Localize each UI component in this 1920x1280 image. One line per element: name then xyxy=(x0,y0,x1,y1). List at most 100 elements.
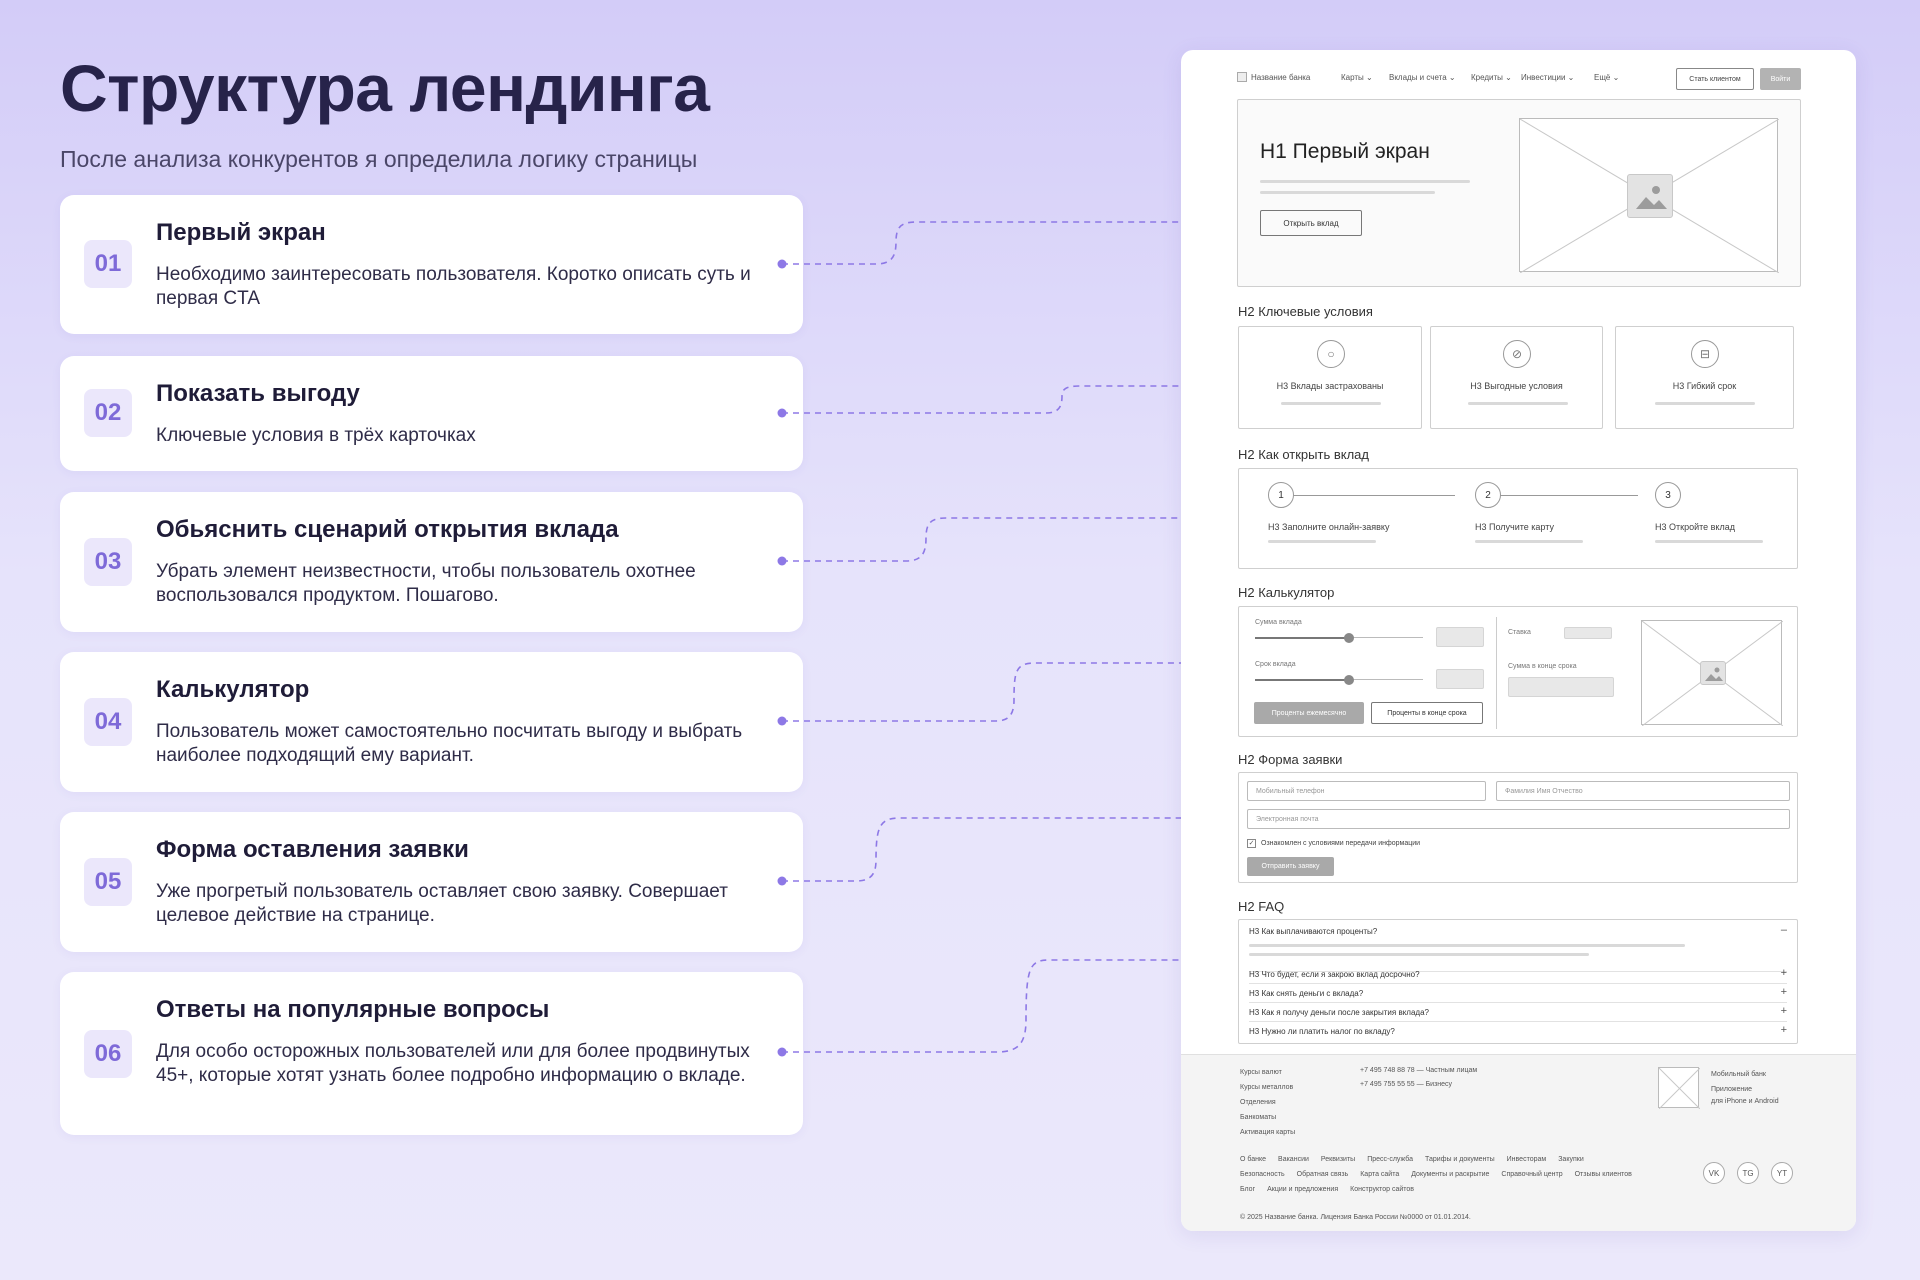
step-label: H3 Получите карту xyxy=(1475,522,1554,532)
wf-logo[interactable]: Название банка xyxy=(1237,72,1310,82)
footer-links-row-1: О банке Вакансии Реквизиты Пресс-служба … xyxy=(1240,1156,1584,1163)
step-number: 06 xyxy=(84,1030,132,1078)
sum-slider-knob[interactable] xyxy=(1344,633,1354,643)
term-label: Срок вклада xyxy=(1255,661,1296,668)
step-number: 01 xyxy=(84,240,132,288)
footer-link[interactable]: Конструктор сайтов xyxy=(1350,1186,1414,1193)
consent-checkbox[interactable]: ✓ xyxy=(1247,839,1256,848)
collapse-icon[interactable]: – xyxy=(1781,924,1787,936)
end-sum-label: Сумма в конце срока xyxy=(1508,663,1577,670)
step-title: Ответы на популярные вопросы xyxy=(156,996,550,1023)
footer-link[interactable]: Отзывы клиентов xyxy=(1575,1171,1632,1178)
footer-link[interactable]: Акции и предложения xyxy=(1267,1186,1338,1193)
footer-link[interactable]: Блог xyxy=(1240,1186,1255,1193)
expand-icon[interactable]: + xyxy=(1781,986,1787,998)
faq-question: H3 Как я получу деньги после закрытия вк… xyxy=(1249,1008,1429,1017)
step-description: Для особо осторожных пользователей или д… xyxy=(156,1041,750,1086)
youtube-icon[interactable]: YT xyxy=(1771,1162,1793,1184)
footer-link[interactable]: Справочный центр xyxy=(1501,1171,1562,1178)
consent-label: Ознакомлен с условиями передачи информац… xyxy=(1261,840,1421,847)
footer-link[interactable]: Обратная связь xyxy=(1297,1171,1349,1178)
hero-image-placeholder xyxy=(1519,118,1779,273)
footer-link[interactable]: Безопасность xyxy=(1240,1171,1285,1178)
calc-image-placeholder xyxy=(1641,620,1783,726)
email-input[interactable]: Электронная почта xyxy=(1247,809,1790,829)
submit-form-button[interactable]: Отправить заявку xyxy=(1247,857,1334,876)
monthly-interest-button[interactable]: Проценты ежемесячно xyxy=(1254,702,1364,724)
footer-phone[interactable]: +7 495 755 55 55 — Бизнесу xyxy=(1360,1081,1452,1088)
footer-link[interactable]: Документы и раскрытие xyxy=(1411,1171,1489,1178)
form-box: Мобильный телефон Фамилия Имя Отчество Э… xyxy=(1238,772,1798,883)
step-number: 05 xyxy=(84,858,132,906)
expand-icon[interactable]: + xyxy=(1781,967,1787,979)
footer-link[interactable]: Активация карты xyxy=(1240,1129,1295,1136)
expand-icon[interactable]: + xyxy=(1781,1024,1787,1036)
fio-input[interactable]: Фамилия Имя Отчество xyxy=(1496,781,1790,801)
condition-card-3: ⊟ H3 Гибкий срок xyxy=(1615,326,1794,429)
end-interest-button[interactable]: Проценты в конце срока xyxy=(1371,702,1483,724)
menu-credits[interactable]: Кредиты ⌄ xyxy=(1471,73,1512,82)
rate-value xyxy=(1564,627,1612,639)
circle-icon: ○ xyxy=(1317,340,1345,368)
menu-cards[interactable]: Карты ⌄ xyxy=(1341,73,1373,82)
page-subtitle: После анализа конкурентов я определила л… xyxy=(60,146,698,172)
step-description: Необходимо заинтересовать пользователя. … xyxy=(156,264,751,309)
footer-link[interactable]: Курсы металлов xyxy=(1240,1084,1293,1091)
phone-input[interactable]: Мобильный телефон xyxy=(1247,781,1486,801)
footer-link[interactable]: Банкоматы xyxy=(1240,1114,1276,1121)
step-card-1: 01 Первый экран Необходимо заинтересоват… xyxy=(60,195,803,334)
term-value-field[interactable] xyxy=(1436,669,1484,689)
faq-question: H3 Как выплачиваются проценты? xyxy=(1249,927,1378,936)
step-card-3: 03 Обьяснить сценарий открытия вклада Уб… xyxy=(60,492,803,632)
menu-more[interactable]: Ещё ⌄ xyxy=(1594,73,1619,82)
step-card-4: 04 Калькулятор Пользователь может самост… xyxy=(60,652,803,792)
connector-6 xyxy=(782,959,1218,1053)
footer-phone[interactable]: +7 495 748 88 78 — Частным лицам xyxy=(1360,1067,1477,1074)
become-client-button[interactable]: Стать клиентом xyxy=(1676,68,1754,90)
footer-link[interactable]: Тарифы и документы xyxy=(1425,1156,1495,1163)
wf-h2-faq: H2 FAQ xyxy=(1238,899,1285,914)
footer-link[interactable]: Курсы валют xyxy=(1240,1069,1282,1076)
faq-item[interactable]: H3 Нужно ли платить налог по вкладу? + xyxy=(1249,1022,1787,1041)
sum-label: Сумма вклада xyxy=(1255,619,1302,626)
footer-link[interactable]: Пресс-служба xyxy=(1367,1156,1413,1163)
footer-link[interactable]: Инвесторам xyxy=(1507,1156,1547,1163)
app-title: Мобильный банк xyxy=(1711,1071,1766,1078)
faq-item[interactable]: H3 Что будет, если я закрою вклад досроч… xyxy=(1249,965,1787,984)
menu-invest[interactable]: Инвестиции ⌄ xyxy=(1521,73,1574,82)
footer-link[interactable]: О банке xyxy=(1240,1156,1266,1163)
connector-3 xyxy=(782,517,1218,562)
footer-link[interactable]: Вакансии xyxy=(1278,1156,1309,1163)
vk-icon[interactable]: VK xyxy=(1703,1162,1725,1184)
expand-icon[interactable]: + xyxy=(1781,1005,1787,1017)
footer-link[interactable]: Карта сайта xyxy=(1360,1171,1399,1178)
term-slider-knob[interactable] xyxy=(1344,675,1354,685)
step-description: Убрать элемент неизвестности, чтобы поль… xyxy=(156,561,696,606)
app-desc: для iPhone и Android xyxy=(1711,1098,1779,1105)
wf-navbar: Название банка Карты ⌄ Вклады и счета ⌄ … xyxy=(1237,68,1801,90)
faq-item[interactable]: H3 Как я получу деньги после закрытия вк… xyxy=(1249,1003,1787,1022)
open-deposit-button[interactable]: Открыть вклад xyxy=(1260,210,1362,236)
step-title: Первый экран xyxy=(156,219,326,246)
login-button[interactable]: Войти xyxy=(1760,68,1801,90)
telegram-icon[interactable]: TG xyxy=(1737,1162,1759,1184)
wf-footer: Курсы валют Курсы металлов Отделения Бан… xyxy=(1181,1054,1856,1231)
step-title: Форма оставления заявки xyxy=(156,836,469,863)
step-title: Калькулятор xyxy=(156,676,310,703)
image-icon xyxy=(1627,174,1673,218)
connector-2 xyxy=(782,385,1218,414)
step-number: 03 xyxy=(84,538,132,586)
faq-item[interactable]: H3 Как снять деньги с вклада? + xyxy=(1249,984,1787,1003)
menu-deposits[interactable]: Вклады и счета ⌄ xyxy=(1389,73,1456,82)
footer-link[interactable]: Отделения xyxy=(1240,1099,1276,1106)
step-card-5: 05 Форма оставления заявки Уже прогретый… xyxy=(60,812,803,952)
connector-5 xyxy=(782,817,1218,882)
sum-value-field[interactable] xyxy=(1436,627,1484,647)
app-desc: Приложение xyxy=(1711,1086,1753,1093)
footer-link[interactable]: Реквизиты xyxy=(1321,1156,1355,1163)
calculator-box: Сумма вклада Срок вклада Проценты ежемес… xyxy=(1238,606,1798,737)
page-title: Структура лендинга xyxy=(60,51,710,125)
footer-link[interactable]: Закупки xyxy=(1558,1156,1584,1163)
step-circle-1: 1 xyxy=(1268,482,1294,508)
step-card-6: 06 Ответы на популярные вопросы Для особ… xyxy=(60,972,803,1135)
